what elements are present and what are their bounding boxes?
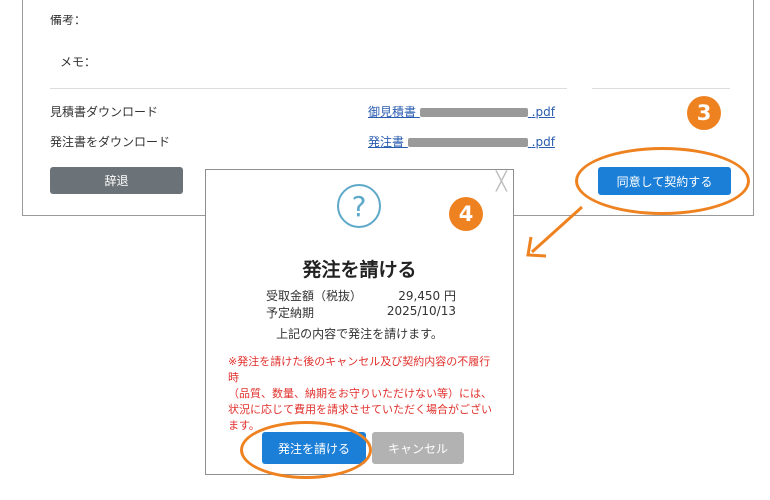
cancel-button[interactable]: キャンセル (372, 432, 464, 464)
confirm-note: 上記の内容で発注を請けます。 (276, 327, 443, 341)
delivery-value: 2025/10/13 (386, 304, 456, 318)
amount-label: 受取金額（税抜） (266, 289, 363, 303)
close-icon[interactable]: ╳ (496, 173, 507, 191)
delivery-label: 予定納期 (266, 306, 315, 320)
step-4-badge: 4 (449, 197, 483, 231)
warning-text: ※発注を請けた後のキャンセル及び契約内容の不履行時 （品質、数量、納期をお守りい… (228, 355, 492, 432)
amount-value: 29,450 円 (398, 289, 456, 303)
question-icon: ? (337, 184, 381, 228)
dialog-title: 発注を請ける (302, 259, 417, 281)
accept-order-button[interactable]: 発注を請ける (262, 432, 366, 464)
